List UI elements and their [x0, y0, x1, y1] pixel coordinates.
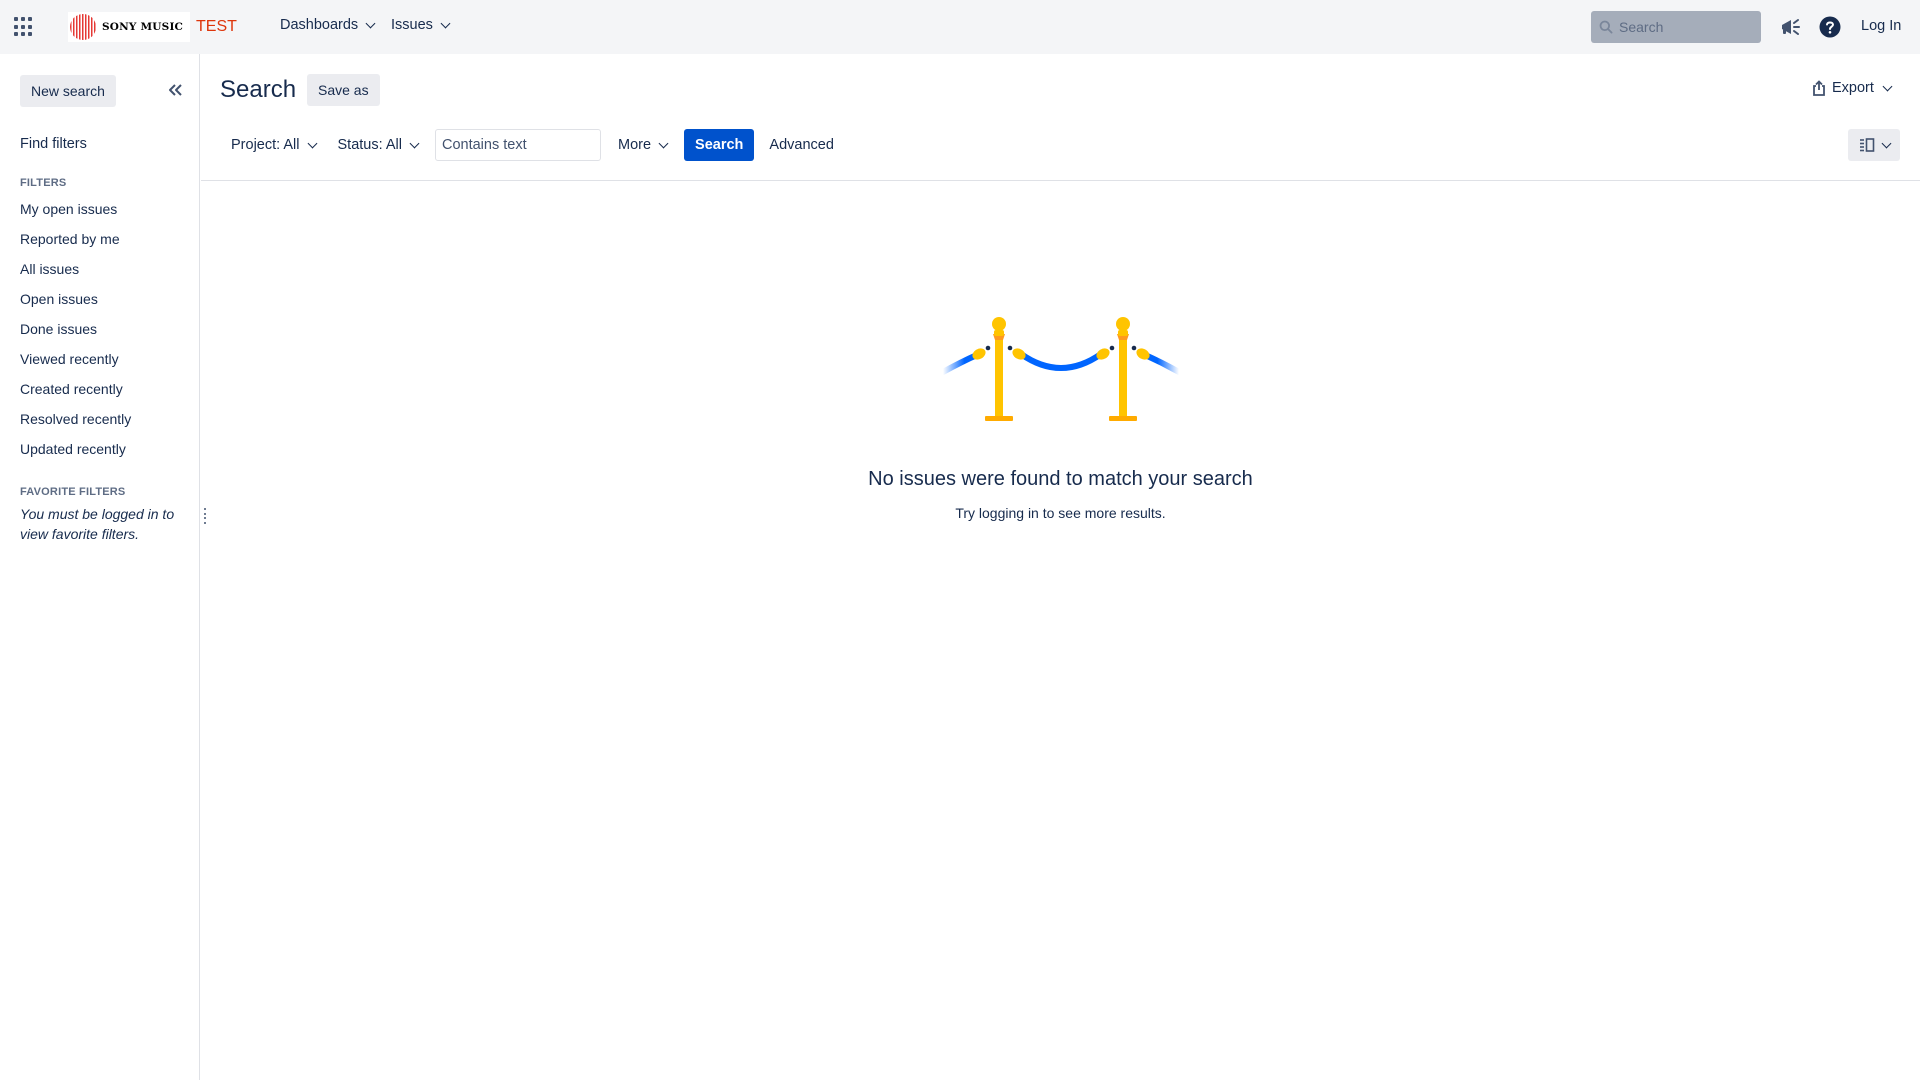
filter-created-recently[interactable]: Created recently	[20, 380, 131, 410]
environment-label: TEST	[196, 18, 237, 35]
export-icon	[1813, 80, 1825, 96]
velvet-rope-illustration	[940, 317, 1181, 421]
list-view-icon	[1859, 138, 1874, 152]
chevron-down-icon	[440, 18, 451, 28]
help-icon[interactable]	[1818, 15, 1842, 39]
global-search-input[interactable]	[1619, 19, 1759, 35]
status-filter-label: Status: All	[337, 137, 402, 153]
status-filter-dropdown[interactable]: Status: All	[327, 129, 429, 161]
nav-dashboards-label: Dashboards	[280, 17, 359, 33]
project-filter-label: Project: All	[231, 137, 300, 153]
sony-music-logo-mark	[70, 14, 96, 40]
more-filters-label: More	[617, 137, 652, 153]
sidebar: New search Find filters FILTERS My open …	[0, 54, 200, 1080]
layout-switcher-button[interactable]	[1848, 129, 1900, 161]
filter-list: My open issues Reported by me All issues…	[20, 200, 131, 470]
filter-viewed-recently[interactable]: Viewed recently	[20, 350, 131, 380]
right-post	[1095, 317, 1150, 421]
collapse-sidebar-icon[interactable]	[166, 80, 186, 100]
chevron-down-icon	[365, 18, 376, 28]
login-link[interactable]: Log In	[1861, 18, 1901, 34]
sony-music-logo: SONY MUSIC	[68, 12, 190, 42]
contains-text-input[interactable]	[434, 129, 601, 161]
chevron-down-icon	[307, 138, 317, 148]
export-button[interactable]: Export	[1812, 80, 1893, 96]
more-filters-dropdown[interactable]: More	[607, 129, 678, 161]
favorite-filters-note: You must be logged in to view favorite f…	[20, 506, 175, 542]
filter-done-issues[interactable]: Done issues	[20, 320, 131, 350]
search-button[interactable]: Search	[684, 129, 755, 161]
nav-issues-label: Issues	[391, 17, 433, 33]
search-icon	[1599, 20, 1613, 34]
empty-state-title: No issues were found to match your searc…	[868, 468, 1253, 490]
export-label: Export	[1832, 80, 1874, 96]
filter-my-open-issues[interactable]: My open issues	[20, 200, 131, 230]
filters-heading: FILTERS	[20, 177, 67, 189]
logo[interactable]: SONY MUSIC TEST	[68, 12, 237, 42]
favorite-filters-heading: FAVORITE FILTERS	[20, 486, 126, 498]
nav-dashboards[interactable]: Dashboards	[280, 17, 376, 33]
left-post	[971, 317, 1026, 421]
project-filter-dropdown[interactable]: Project: All	[220, 129, 327, 161]
toolbar-divider	[201, 180, 1920, 181]
top-navigation: SONY MUSIC TEST Dashboards Issues Log In	[0, 0, 1920, 54]
chevron-down-icon	[658, 138, 669, 148]
empty-state: No issues were found to match your searc…	[201, 310, 1920, 521]
page-title: Search	[220, 76, 297, 103]
filter-open-issues[interactable]: Open issues	[20, 290, 131, 320]
global-search[interactable]	[1591, 11, 1761, 43]
megaphone-icon[interactable]	[1778, 15, 1802, 39]
chevron-down-icon	[409, 138, 420, 148]
new-search-button[interactable]: New search	[20, 75, 116, 107]
search-toolbar: Project: All Status: All More Search Adv…	[220, 128, 834, 162]
chevron-down-icon	[1882, 81, 1893, 91]
save-as-button[interactable]: Save as	[307, 74, 380, 106]
filter-reported-by-me[interactable]: Reported by me	[20, 230, 131, 260]
app-switcher-icon[interactable]	[14, 17, 34, 37]
find-filters-link[interactable]: Find filters	[20, 136, 87, 152]
filter-resolved-recently[interactable]: Resolved recently	[20, 410, 131, 440]
advanced-search-link[interactable]: Advanced	[769, 137, 834, 153]
empty-state-subtitle: Try logging in to see more results.	[955, 505, 1166, 521]
filter-updated-recently[interactable]: Updated recently	[20, 440, 131, 470]
filter-all-issues[interactable]: All issues	[20, 260, 131, 290]
nav-issues[interactable]: Issues	[391, 17, 451, 33]
logo-text: SONY MUSIC	[102, 21, 184, 33]
chevron-down-icon	[1881, 138, 1891, 148]
